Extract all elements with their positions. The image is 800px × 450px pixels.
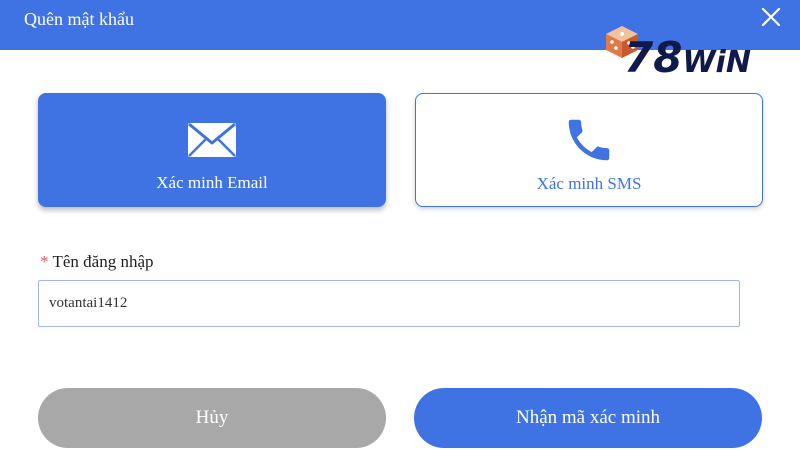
logo-number: 78 <box>624 33 683 82</box>
logo-brand: WiN <box>682 45 751 80</box>
verify-email-label: Xác minh Email <box>156 173 268 192</box>
verify-sms-option[interactable]: Xác minh SMS <box>415 93 763 207</box>
get-verification-code-button[interactable]: Nhận mã xác minh <box>414 388 762 448</box>
username-label: * Tên đăng nhập <box>40 251 154 273</box>
logo-text: 78WiN <box>624 34 751 87</box>
required-marker: * <box>40 252 49 271</box>
cancel-button[interactable]: Hủy <box>38 388 386 448</box>
verify-sms-label: Xác minh SMS <box>536 174 642 193</box>
envelope-icon <box>188 122 236 157</box>
phone-icon <box>568 119 610 161</box>
verify-email-option[interactable]: Xác minh Email <box>38 93 386 207</box>
dialog-title: Quên mật khẩu <box>24 9 134 29</box>
username-label-text: Tên đăng nhập <box>52 252 154 271</box>
brand-logo: 78WiN <box>600 20 780 82</box>
username-input[interactable] <box>38 280 740 327</box>
